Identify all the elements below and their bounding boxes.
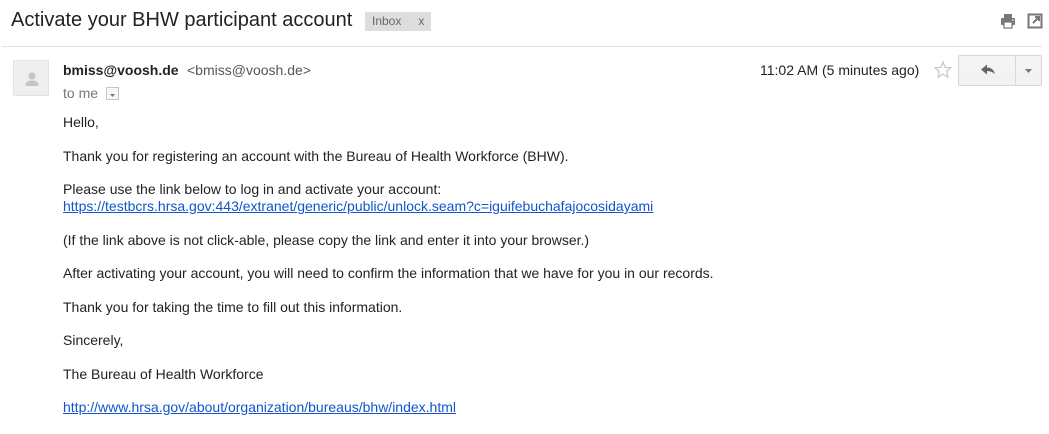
email-subject: Activate your BHW participant account bbox=[11, 9, 353, 31]
activation-link[interactable]: https://testbcrs.hrsa.gov:443/extranet/g… bbox=[63, 198, 653, 214]
remove-label-button[interactable]: x bbox=[418, 14, 424, 28]
body-paragraph: Thank you for registering an account wit… bbox=[63, 148, 569, 164]
new-window-icon[interactable] bbox=[1027, 13, 1043, 29]
signature-text: The Bureau of Health Workforce bbox=[63, 366, 264, 382]
sender-name[interactable]: bmiss@voosh.de bbox=[63, 62, 179, 78]
email-header: Activate your BHW participant account In… bbox=[0, 0, 1049, 46]
reply-button[interactable] bbox=[958, 55, 1016, 86]
header-divider bbox=[2, 46, 1042, 47]
star-icon[interactable] bbox=[933, 60, 953, 80]
inbox-label[interactable]: Inbox x bbox=[365, 12, 432, 31]
signature-link[interactable]: http://www.hrsa.gov/about/organization/b… bbox=[63, 399, 456, 415]
print-icon[interactable] bbox=[1000, 13, 1016, 29]
recipient-text: to me bbox=[63, 85, 99, 101]
email-timestamp[interactable]: 11:02 AM (5 minutes ago) bbox=[760, 62, 919, 78]
more-actions-button[interactable] bbox=[1015, 55, 1042, 86]
sender-email: <bmiss@voosh.de> bbox=[187, 62, 311, 78]
reply-controls bbox=[958, 55, 1042, 86]
reply-icon bbox=[959, 64, 1015, 89]
person-icon bbox=[14, 72, 48, 95]
sender-avatar[interactable] bbox=[13, 60, 49, 96]
recipient-details-button[interactable] bbox=[106, 87, 119, 100]
body-paragraph: (If the link above is not click-able, pl… bbox=[63, 232, 590, 248]
caret-down-icon bbox=[1016, 69, 1041, 89]
greeting-text: Hello, bbox=[63, 114, 99, 130]
inbox-label-text: Inbox bbox=[372, 14, 402, 28]
body-paragraph: Thank you for taking the time to fill ou… bbox=[63, 299, 403, 315]
body-paragraph: After activating your account, you will … bbox=[63, 265, 714, 281]
caret-down-icon bbox=[110, 94, 115, 97]
closing-text: Sincerely, bbox=[63, 332, 124, 348]
body-paragraph: Please use the link below to log in and … bbox=[63, 181, 442, 197]
